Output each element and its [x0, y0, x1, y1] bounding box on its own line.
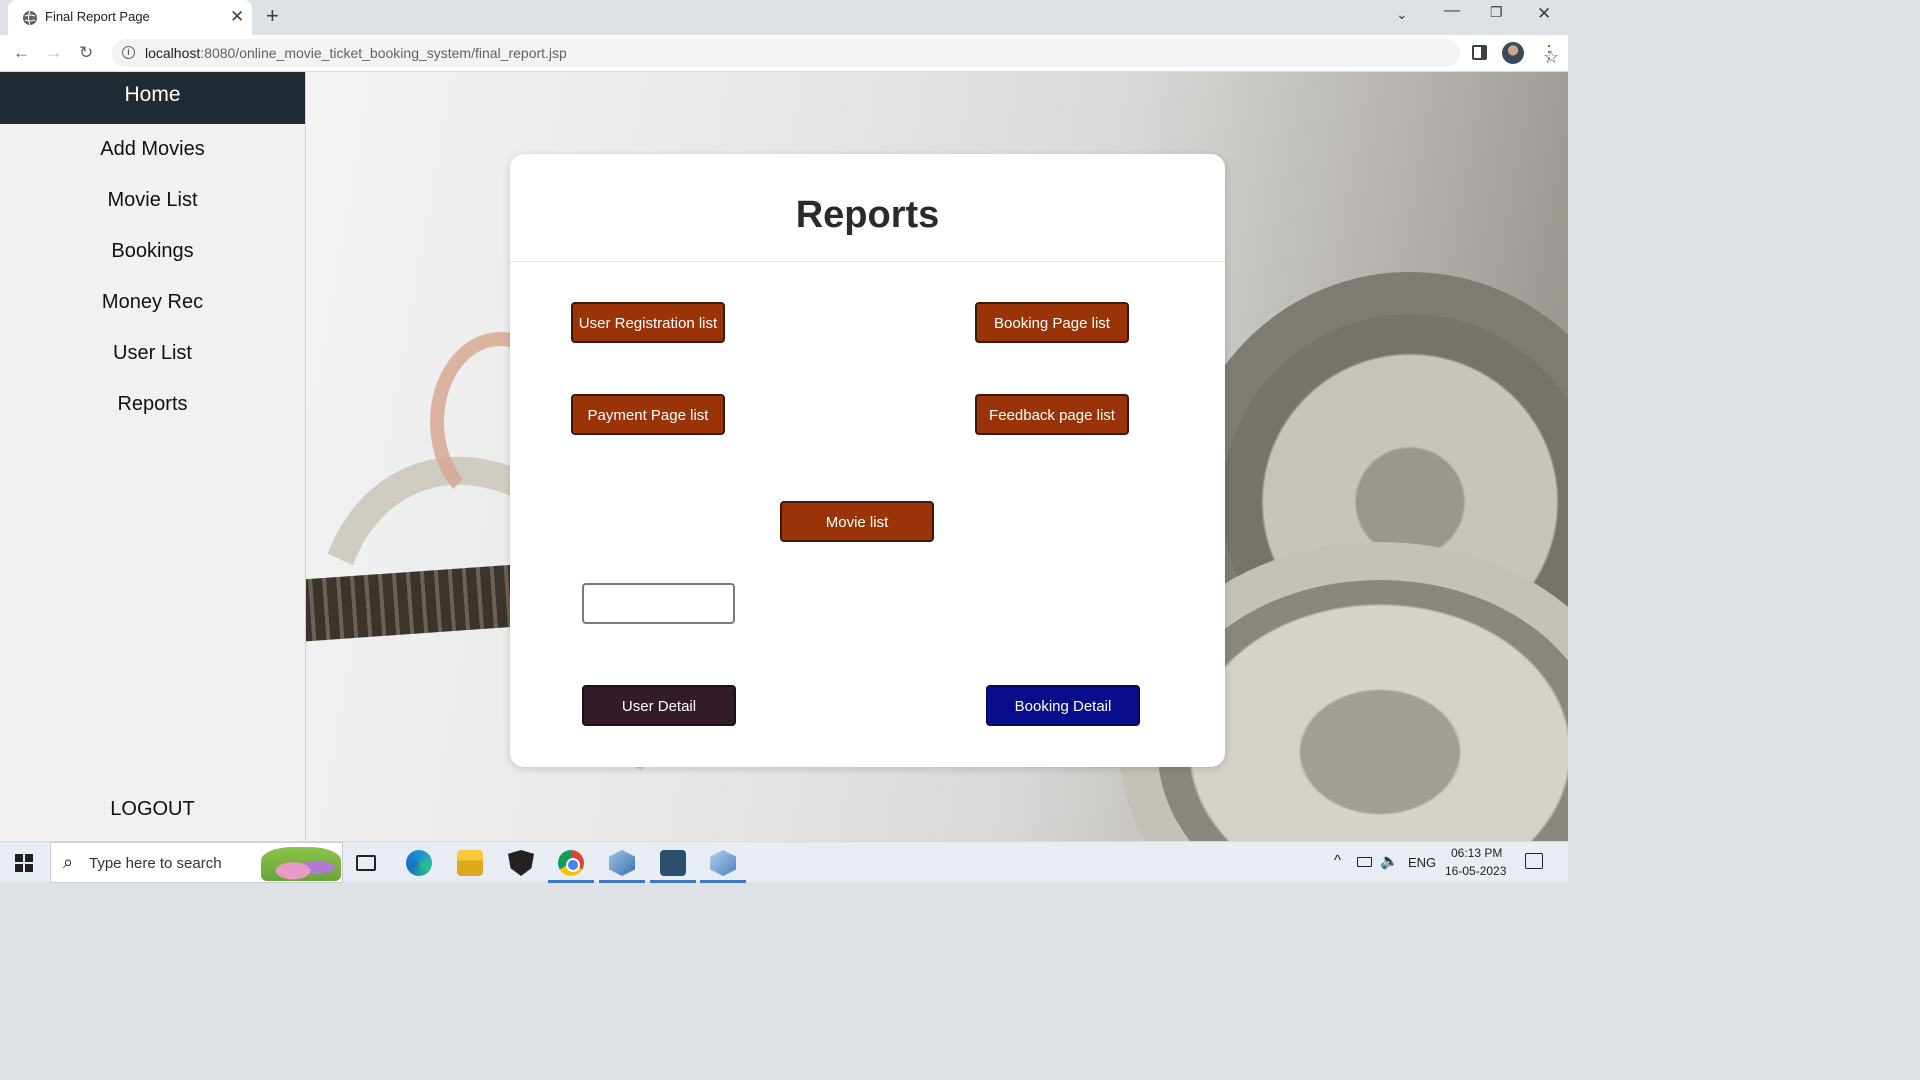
booking-detail-button[interactable]: Booking Detail — [986, 685, 1140, 726]
language-indicator[interactable]: ENG — [1408, 855, 1436, 870]
active-app-indicator — [548, 880, 594, 883]
edge-browser-icon[interactable] — [406, 850, 432, 876]
feedback-page-list-button[interactable]: Feedback page list — [975, 394, 1129, 435]
divider — [510, 261, 1225, 262]
windows-taskbar: ⌕ Type here to search ^ 🔈 ENG 06:13 PM 1… — [0, 841, 1568, 883]
tab-close-icon[interactable]: ✕ — [230, 8, 244, 25]
notification-icon[interactable] — [1525, 853, 1543, 869]
active-app-indicator — [700, 880, 746, 883]
app-cube-icon[interactable] — [609, 850, 635, 876]
address-bar[interactable]: i localhost:8080/online_movie_ticket_boo… — [112, 39, 1559, 67]
tray-chevron-up-icon[interactable]: ^ — [1334, 852, 1341, 869]
sidebar-item-home[interactable]: Home — [0, 72, 305, 124]
forward-arrow-icon[interactable]: → — [45, 43, 62, 63]
tab-search-chevron-icon[interactable]: ⌄ — [1396, 6, 1408, 23]
active-app-indicator — [650, 880, 696, 883]
url-path: :8080/online_movie_ticket_booking_system… — [200, 45, 567, 61]
volume-icon[interactable]: 🔈 — [1380, 852, 1399, 870]
search-highlight-image — [261, 847, 341, 881]
booking-page-list-button[interactable]: Booking Page list — [975, 302, 1129, 343]
logout-link[interactable]: LOGOUT — [0, 784, 305, 834]
sidebar-item-reports[interactable]: Reports — [0, 379, 305, 430]
clock-time[interactable]: 06:13 PM — [1451, 846, 1502, 860]
app-cube-icon[interactable] — [710, 850, 736, 876]
sidebar-item-money-rec[interactable]: Money Rec — [0, 277, 305, 328]
back-arrow-icon[interactable]: ← — [13, 43, 30, 63]
page-title: Reports — [795, 194, 940, 236]
url-text[interactable]: localhost:8080/online_movie_ticket_booki… — [145, 45, 567, 61]
detail-id-input[interactable] — [582, 583, 735, 624]
user-registration-list-button[interactable]: User Registration list — [571, 302, 725, 343]
taskbar-search-placeholder: Type here to search — [89, 855, 222, 872]
sidebar-item-user-list[interactable]: User List — [0, 328, 305, 379]
file-explorer-icon[interactable] — [457, 850, 483, 876]
site-info-icon[interactable]: i — [122, 46, 135, 59]
movie-list-button[interactable]: Movie list — [780, 501, 934, 542]
url-host: localhost — [145, 45, 201, 61]
taskbar-search-box[interactable]: ⌕ Type here to search — [50, 842, 343, 883]
windows-security-icon[interactable] — [508, 850, 534, 876]
reports-card: Reports User Registration list Booking P… — [510, 154, 1225, 767]
search-icon: ⌕ — [63, 852, 74, 872]
tab-title: Final Report Page — [45, 9, 150, 24]
sidebar-item-add-movies[interactable]: Add Movies — [0, 124, 305, 175]
globe-icon — [23, 10, 37, 26]
task-view-icon[interactable] — [356, 855, 376, 871]
windows-start-icon[interactable] — [15, 854, 33, 872]
browser-toolbar: ← → ↻ i localhost:8080/online_movie_tick… — [0, 35, 1568, 72]
battery-icon[interactable] — [1357, 857, 1372, 867]
more-menu-icon[interactable]: ⋮ — [1540, 42, 1558, 63]
restore-icon[interactable]: ❐ — [1490, 4, 1503, 21]
active-app-indicator — [599, 880, 645, 883]
sidebar-item-bookings[interactable]: Bookings — [0, 226, 305, 277]
clock-date[interactable]: 16-05-2023 — [1445, 864, 1506, 878]
profile-avatar[interactable] — [1502, 42, 1524, 64]
ide-app-icon[interactable] — [660, 850, 686, 876]
page-viewport: Home Add Movies Movie List Bookings Mone… — [0, 72, 1568, 841]
sidebar-nav: Home Add Movies Movie List Bookings Mone… — [0, 72, 306, 841]
reload-icon[interactable]: ↻ — [79, 43, 93, 63]
side-panel-icon[interactable] — [1472, 45, 1487, 60]
payment-page-list-button[interactable]: Payment Page list — [571, 394, 725, 435]
chrome-icon[interactable] — [558, 850, 584, 876]
browser-tab[interactable]: Final Report Page ✕ — [8, 0, 252, 35]
new-tab-icon[interactable]: + — [266, 5, 279, 27]
sidebar-item-movie-list[interactable]: Movie List — [0, 175, 305, 226]
close-window-icon[interactable]: ✕ — [1537, 4, 1551, 24]
browser-tab-strip: Final Report Page ✕ + ⌄ — ❐ ✕ — [0, 0, 1568, 35]
minimize-icon[interactable]: — — [1444, 2, 1460, 20]
user-detail-button[interactable]: User Detail — [582, 685, 736, 726]
